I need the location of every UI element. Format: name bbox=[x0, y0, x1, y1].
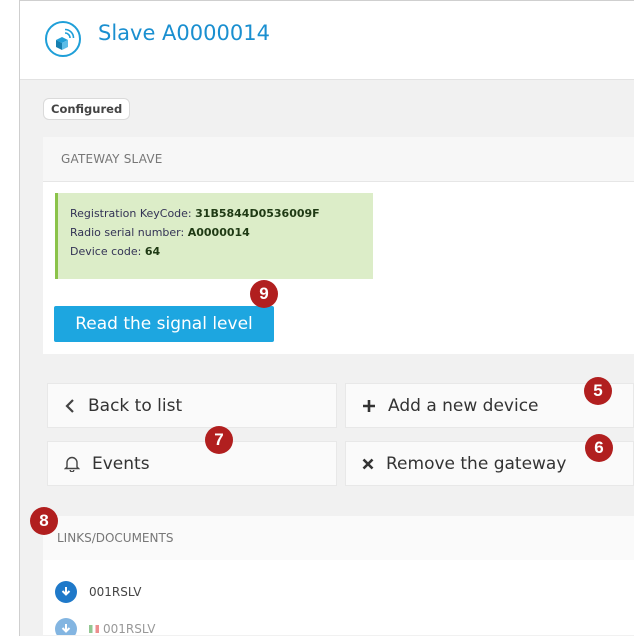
list-item[interactable]: 001RSLV bbox=[55, 581, 141, 603]
download-icon bbox=[55, 618, 77, 635]
callout-8: 8 bbox=[30, 507, 58, 535]
plus-icon bbox=[362, 399, 376, 413]
callout-6: 6 bbox=[585, 434, 613, 462]
links-list: 001RSLV 001RSLV bbox=[43, 560, 634, 635]
registration-label: Registration KeyCode: bbox=[70, 207, 196, 220]
radio-serial-row: Radio serial number: A0000014 bbox=[70, 223, 361, 242]
callout-9: 9 bbox=[250, 280, 278, 308]
gateway-panel-title: GATEWAY SLAVE bbox=[43, 137, 634, 182]
back-to-list-label: Back to list bbox=[88, 395, 183, 416]
remove-gateway-label: Remove the gateway bbox=[386, 453, 567, 474]
serial-value: A0000014 bbox=[187, 226, 250, 239]
device-info-box: Registration KeyCode: 31B5844D0536009F R… bbox=[55, 193, 373, 279]
registration-value: 31B5844D0536009F bbox=[195, 207, 320, 220]
events-label: Events bbox=[92, 453, 150, 474]
bell-icon bbox=[64, 455, 80, 472]
device-code-row: Device code: 64 bbox=[70, 242, 361, 261]
callout-5: 5 bbox=[584, 377, 612, 405]
device-code-value: 64 bbox=[144, 245, 161, 258]
callout-7: 7 bbox=[205, 426, 233, 454]
list-item[interactable]: 001RSLV bbox=[55, 618, 155, 635]
serial-label: Radio serial number: bbox=[70, 226, 188, 239]
chevron-left-icon bbox=[64, 398, 76, 414]
flag-icon bbox=[89, 625, 99, 633]
link-label: 001RSLV bbox=[89, 585, 142, 599]
status-badge: Configured bbox=[43, 98, 131, 120]
close-icon bbox=[362, 458, 374, 470]
device-code-label: Device code: bbox=[70, 245, 145, 258]
gateway-panel: GATEWAY SLAVE Registration KeyCode: 31B5… bbox=[43, 137, 634, 354]
events-button[interactable]: Events bbox=[47, 441, 337, 486]
download-icon bbox=[55, 581, 77, 603]
links-documents-title: LINKS/DOCUMENTS bbox=[43, 516, 634, 560]
read-signal-level-button[interactable]: Read the signal level bbox=[54, 306, 274, 342]
back-to-list-button[interactable]: Back to list bbox=[47, 383, 337, 428]
add-new-device-label: Add a new device bbox=[388, 395, 539, 416]
registration-keycode-row: Registration KeyCode: 31B5844D0536009F bbox=[70, 204, 361, 223]
link-label: 001RSLV bbox=[103, 622, 156, 635]
